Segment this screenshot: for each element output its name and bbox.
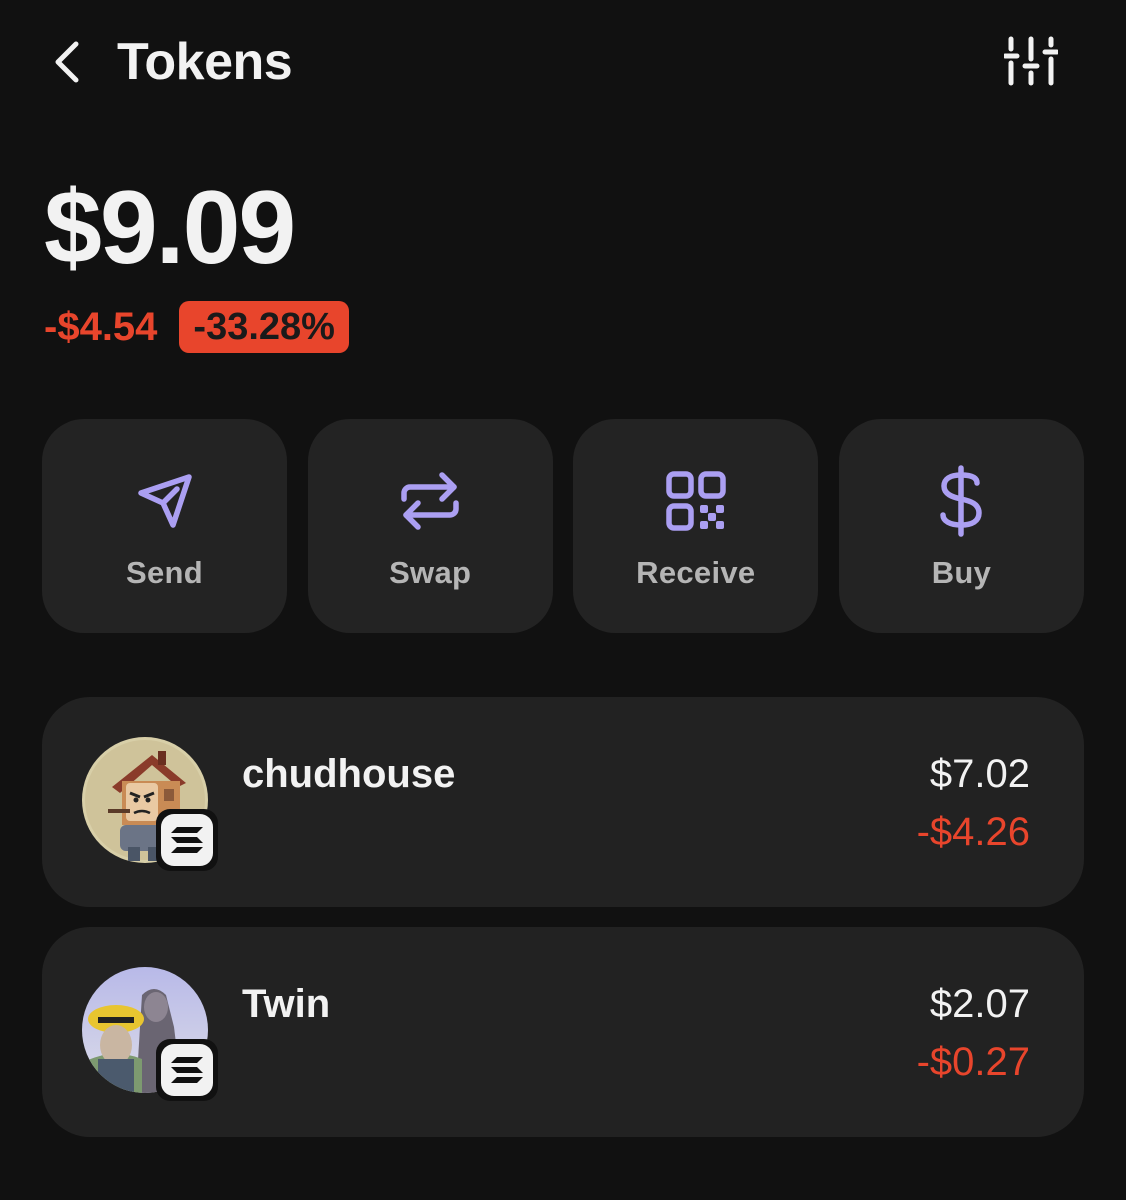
swap-icon	[390, 461, 470, 541]
token-name: Twin	[242, 982, 331, 1026]
swap-label: Swap	[389, 555, 472, 590]
token-row-chudhouse[interactable]: chudhouse $7.02 -$4.26	[42, 697, 1084, 907]
swap-button[interactable]: Swap	[307, 419, 553, 633]
change-percent-badge: -33.28%	[179, 301, 349, 353]
token-value: $2.07	[929, 982, 1030, 1026]
receive-label: Receive	[636, 555, 756, 590]
token-change: -$0.27	[916, 1040, 1030, 1084]
change-amount: -$4.54	[44, 304, 158, 349]
token-row-twin[interactable]: Twin $2.07 -$0.27	[42, 927, 1084, 1137]
portfolio-change: -$4.54 -33.28%	[44, 300, 349, 354]
send-label: Send	[126, 555, 203, 590]
filter-button[interactable]	[996, 30, 1066, 94]
token-name: chudhouse	[242, 752, 456, 796]
page-title: Tokens	[117, 33, 293, 91]
qr-code-icon	[656, 461, 736, 541]
chevron-left-icon	[55, 41, 79, 83]
action-bar: Send Swap Receive Buy	[42, 419, 1084, 633]
back-button[interactable]	[36, 30, 96, 94]
portfolio-balance: $9.09	[44, 170, 296, 286]
sliders-icon	[1004, 36, 1058, 86]
chain-badge	[156, 1039, 218, 1101]
receive-button[interactable]: Receive	[573, 419, 819, 633]
token-avatar-wrap	[82, 967, 218, 1101]
send-icon	[125, 461, 205, 541]
dollar-icon	[921, 461, 1001, 541]
token-change: -$4.26	[916, 810, 1030, 854]
token-value: $7.02	[929, 752, 1030, 796]
solana-icon	[171, 1057, 203, 1083]
token-avatar-wrap	[82, 737, 218, 871]
send-button[interactable]: Send	[42, 419, 287, 633]
buy-label: Buy	[931, 555, 992, 590]
header: Tokens	[0, 0, 1126, 130]
buy-button[interactable]: Buy	[838, 419, 1084, 633]
chain-badge	[156, 809, 218, 871]
solana-icon	[171, 827, 203, 853]
